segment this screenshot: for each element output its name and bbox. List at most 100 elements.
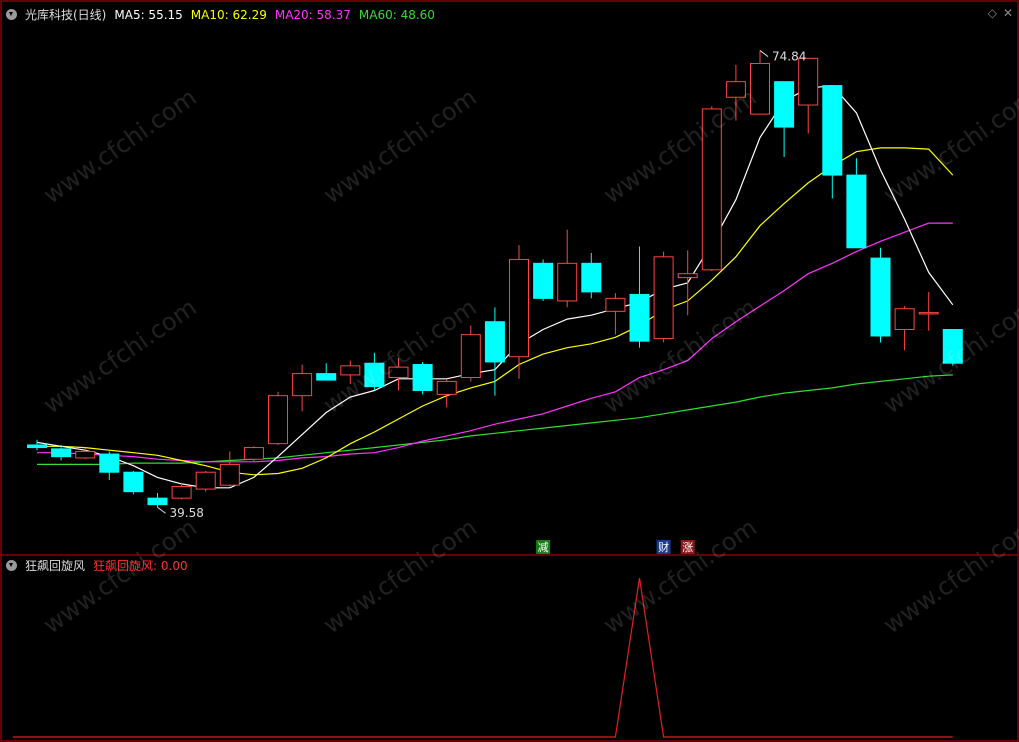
candle-body <box>774 81 795 128</box>
ma10-label: MA10: 62.29 <box>190 7 267 22</box>
candle-body <box>918 312 939 315</box>
close-icon[interactable]: ✕ <box>1003 6 1013 20</box>
candle[interactable] <box>388 358 409 391</box>
candle-body <box>388 366 409 378</box>
candle[interactable] <box>99 451 120 480</box>
diamond-icon[interactable]: ◇ <box>988 6 997 20</box>
candle-body <box>822 85 843 176</box>
ma60-label: MA60: 48.60 <box>358 7 435 22</box>
indicator-title: 狂飙回旋风 <box>25 559 86 573</box>
candle[interactable] <box>195 470 216 492</box>
indicator-value-label: 狂飙回旋风: 0.00 <box>93 559 188 573</box>
high-price-label-pointer <box>759 50 769 57</box>
main-price-panel[interactable]: 74.84 39.58 减 财涨 <box>27 50 963 554</box>
candle[interactable] <box>316 363 337 381</box>
ma20-label: MA20: 58.37 <box>274 7 351 22</box>
candle[interactable] <box>484 307 505 396</box>
low-price-label: 39.58 <box>170 506 204 520</box>
candle-body <box>340 365 361 376</box>
candle[interactable] <box>774 81 795 157</box>
high-price-label: 74.84 <box>772 50 806 64</box>
indicator-dropdown-icon[interactable] <box>6 560 17 571</box>
candle[interactable] <box>653 251 674 343</box>
candle[interactable] <box>750 50 770 115</box>
ma5-label: MA5: 55.15 <box>114 7 183 22</box>
candle-body <box>701 108 722 271</box>
candle-body <box>581 262 602 293</box>
candle[interactable] <box>822 85 843 199</box>
candle-body <box>219 463 240 486</box>
candle[interactable] <box>340 360 361 384</box>
candle-body <box>509 258 529 358</box>
candle[interactable] <box>268 391 288 445</box>
candle[interactable] <box>581 252 602 299</box>
indicator-panel[interactable] <box>13 577 953 738</box>
candle[interactable] <box>701 106 722 272</box>
candle-body <box>123 471 144 493</box>
candle[interactable] <box>123 470 144 495</box>
candle[interactable] <box>243 446 264 462</box>
candle-body <box>316 373 337 381</box>
candle-body <box>557 262 578 302</box>
candle[interactable] <box>147 492 168 508</box>
candle-body <box>51 448 72 458</box>
candle-body <box>243 447 264 460</box>
candle[interactable] <box>436 378 457 408</box>
candle-body <box>605 297 626 312</box>
stock-title: 光库科技(日线) <box>25 8 107 22</box>
candle-body <box>629 293 650 342</box>
candle-body <box>364 362 385 388</box>
candle[interactable] <box>629 246 650 348</box>
signal-marker[interactable]: 涨 <box>680 540 695 554</box>
candle-body <box>268 395 288 445</box>
candle-body <box>533 262 554 299</box>
candle-body <box>894 308 915 330</box>
candle-body <box>99 453 120 473</box>
candle[interactable] <box>894 306 915 351</box>
candle[interactable] <box>219 451 240 487</box>
candle-body <box>484 321 505 363</box>
candle-body <box>412 364 433 391</box>
low-price-label-pointer <box>157 506 166 514</box>
candle-body <box>653 256 674 340</box>
ma5-line <box>36 84 954 489</box>
signal-marker-text: 财 <box>658 540 669 554</box>
candle[interactable] <box>942 328 963 366</box>
candle-body <box>171 485 192 499</box>
indicator-line <box>13 577 953 738</box>
candle-body <box>942 328 963 364</box>
candle[interactable] <box>798 57 819 134</box>
candle-body <box>677 273 698 279</box>
candle[interactable] <box>725 64 746 121</box>
candle-body <box>846 174 867 249</box>
candle[interactable] <box>605 293 626 335</box>
candle[interactable] <box>557 229 578 308</box>
signal-marker[interactable]: 减 <box>536 540 551 554</box>
signal-marker[interactable]: 财 <box>656 540 671 554</box>
candle[interactable] <box>509 245 529 379</box>
candle[interactable] <box>677 250 698 316</box>
candle-body <box>750 63 770 115</box>
candle[interactable] <box>292 364 313 412</box>
candle[interactable] <box>460 325 481 382</box>
candle[interactable] <box>533 259 554 301</box>
candle-body <box>436 380 457 395</box>
main-dropdown-icon[interactable] <box>6 9 17 20</box>
chart-frame: 74.84 39.58 减 财涨 <box>0 0 1019 742</box>
candle-body <box>292 373 313 397</box>
candle[interactable] <box>412 361 433 395</box>
candle-body <box>798 57 819 106</box>
candle-body <box>75 450 96 459</box>
signal-marker-text: 涨 <box>682 541 693 554</box>
indicator-panel-header: 狂飙回旋风 狂飙回旋风: 0.00 <box>6 557 188 574</box>
candle-body <box>725 81 746 98</box>
main-panel-header: 光库科技(日线) MA5: 55.15 MA10: 62.29 MA20: 58… <box>6 6 435 23</box>
candle[interactable] <box>846 158 867 249</box>
candle-body <box>870 257 891 337</box>
candle-body <box>147 497 168 506</box>
candle[interactable] <box>27 439 47 451</box>
candle[interactable] <box>918 291 939 331</box>
candle[interactable] <box>364 352 385 391</box>
candle[interactable] <box>870 247 891 343</box>
candle-body <box>460 334 481 378</box>
